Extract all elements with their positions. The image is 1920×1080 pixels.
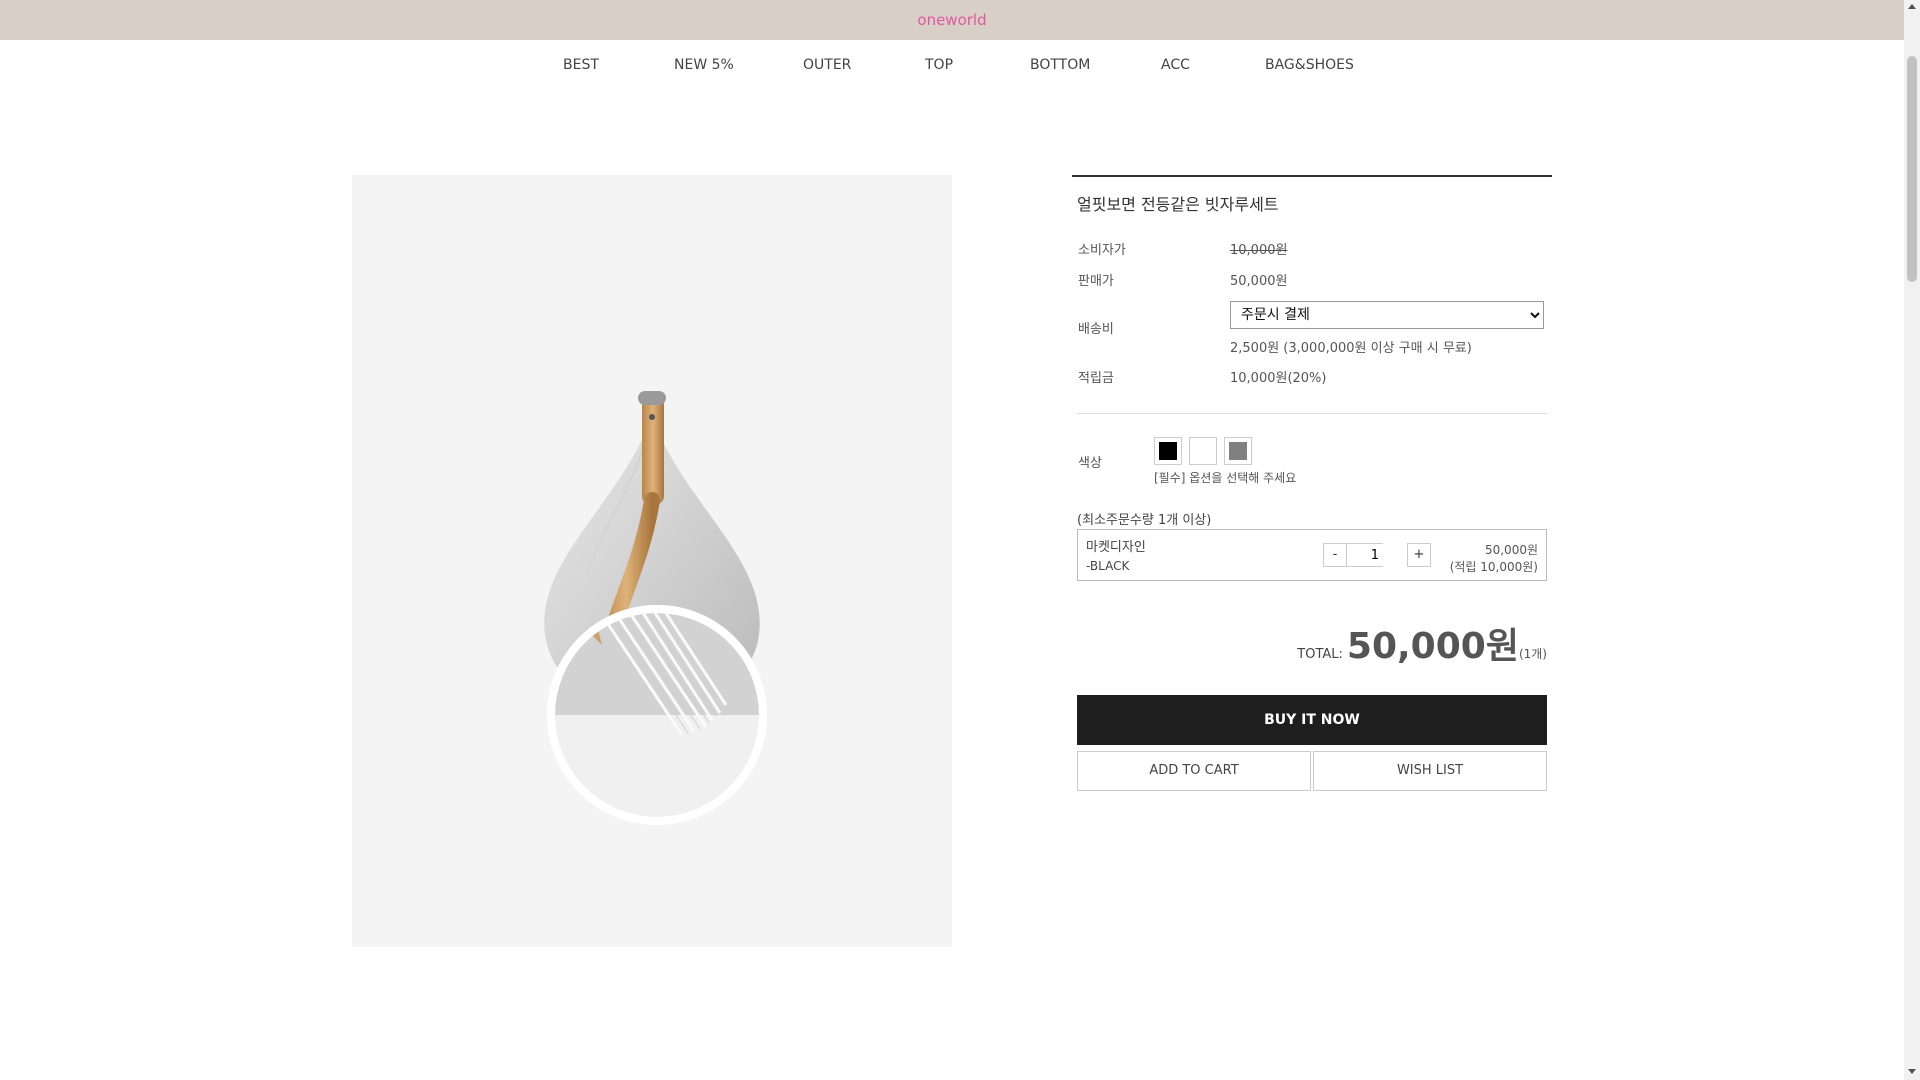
- option-name: 마켓디자인: [1086, 540, 1146, 555]
- nav-item-new[interactable]: NEW 5%: [674, 57, 734, 73]
- product-info-panel: 얼핏보면 전등같은 빗자루세트 소비자가 10,000원 판매가 50,000원…: [1072, 175, 1552, 791]
- points-label: 적립금: [1078, 371, 1114, 386]
- quantity-input[interactable]: [1347, 543, 1383, 567]
- product-image[interactable]: [352, 175, 952, 947]
- option-variant: -BLACK: [1086, 559, 1130, 573]
- scroll-up-icon[interactable]: [1908, 4, 1916, 9]
- nav-item-top[interactable]: TOP: [925, 57, 953, 73]
- total-summary: TOTAL: 50,000원(1개): [1297, 617, 1547, 669]
- color-swatch-black[interactable]: [1154, 437, 1182, 465]
- qty-decrease-button[interactable]: -: [1323, 543, 1347, 567]
- color-required-note: [필수] 옵션을 선택해 주세요: [1154, 471, 1297, 485]
- nav-item-bag-shoes[interactable]: BAG&SHOES: [1265, 57, 1354, 73]
- total-count: (1개): [1518, 647, 1547, 661]
- page-scrollbar[interactable]: [1904, 0, 1920, 1080]
- nav-item-bottom[interactable]: BOTTOM: [1030, 57, 1090, 73]
- nav-item-acc[interactable]: ACC: [1161, 57, 1190, 73]
- consumer-price-label: 소비자가: [1078, 243, 1126, 258]
- main-nav: BEST NEW 5% OUTER TOP BOTTOM ACC BAG&SHO…: [0, 40, 1904, 90]
- broom-set-illustration: [544, 391, 767, 825]
- color-swatch-gray[interactable]: [1224, 437, 1252, 465]
- shipping-select[interactable]: 주문시 결제: [1230, 301, 1544, 329]
- qty-increase-button[interactable]: +: [1407, 543, 1431, 567]
- product-title: 얼핏보면 전등같은 빗자루세트: [1077, 195, 1279, 214]
- points-value: 10,000원(20%): [1230, 371, 1327, 386]
- wish-list-button[interactable]: WISH LIST: [1313, 751, 1547, 791]
- top-banner: oneworld: [0, 0, 1904, 40]
- total-label: TOTAL:: [1297, 647, 1343, 662]
- option-points: (적립 10,000원): [1449, 560, 1538, 574]
- buy-now-button[interactable]: BUY IT NOW: [1077, 695, 1547, 745]
- total-amount: 50,000원: [1346, 626, 1519, 667]
- brand-logo[interactable]: oneworld: [917, 0, 986, 40]
- sale-price-label: 판매가: [1078, 274, 1114, 289]
- scrollbar-thumb[interactable]: [1907, 56, 1917, 282]
- selected-option-box: 마켓디자인 -BLACK - + 50,000원 (적립 10,000원): [1077, 529, 1547, 581]
- shipping-label: 배송비: [1078, 322, 1114, 337]
- scroll-down-icon[interactable]: [1908, 1069, 1916, 1074]
- nav-item-best[interactable]: BEST: [563, 57, 599, 73]
- option-price: 50,000원: [1484, 543, 1538, 557]
- nav-item-outer[interactable]: OUTER: [803, 57, 851, 73]
- divider: [1077, 413, 1547, 414]
- sale-price: 50,000원: [1230, 274, 1288, 289]
- color-swatch-white[interactable]: [1189, 437, 1217, 465]
- min-qty-note: (최소주문수량 1개 이상): [1077, 513, 1212, 528]
- consumer-price: 10,000원: [1230, 243, 1288, 258]
- shipping-note: 2,500원 (3,000,000원 이상 구매 시 무료): [1230, 341, 1472, 356]
- add-to-cart-button[interactable]: ADD TO CART: [1077, 751, 1311, 791]
- color-label: 색상: [1078, 456, 1102, 471]
